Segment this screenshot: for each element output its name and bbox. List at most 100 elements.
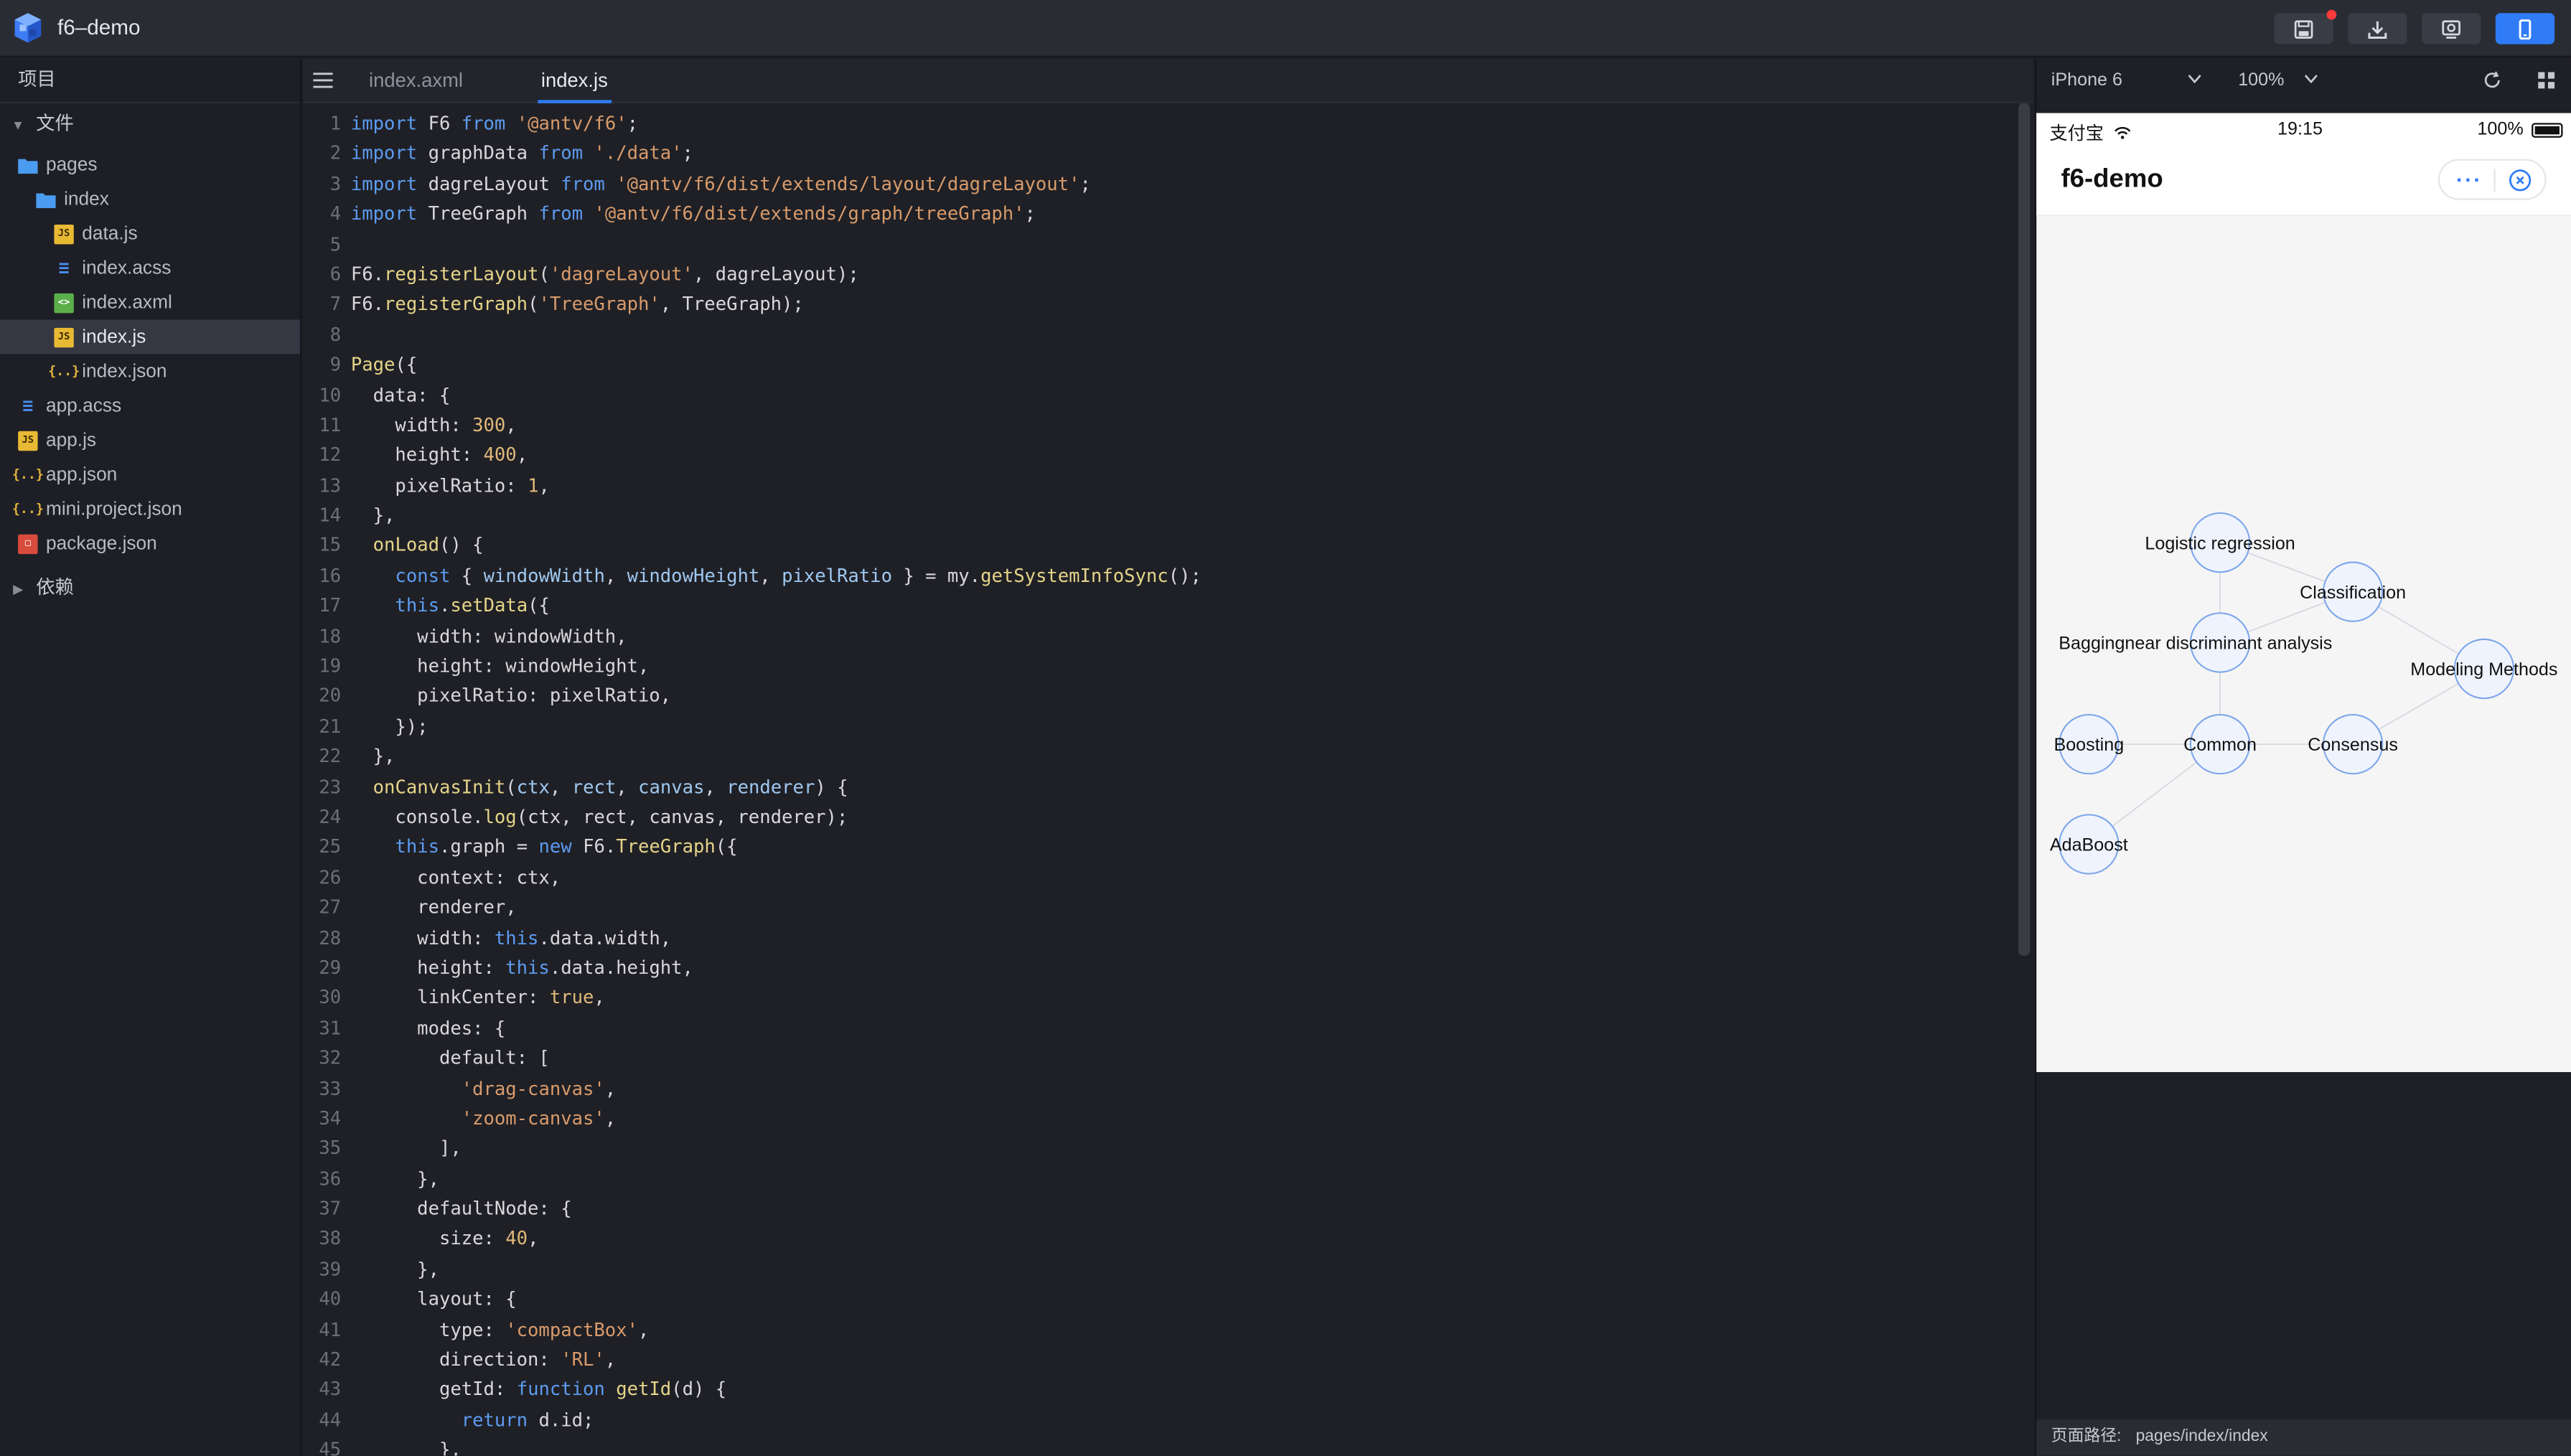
code-line: 38 size: 40, [304,1225,2017,1255]
nav-title: f6-demo [2061,165,2163,194]
line-number: 11 [319,414,342,436]
file-tree-item[interactable]: ▢ package.json [0,526,300,560]
caret-right-icon: ▶ [13,581,24,597]
code-text: F6.registerGraph('TreeGraph', TreeGraph)… [350,293,804,316]
refresh-icon[interactable] [2483,70,2502,90]
more-icon[interactable]: ··· [2456,167,2483,192]
file-tree-item[interactable]: pages [0,148,300,182]
app-logo-icon [14,13,42,43]
tree-graph-canvas[interactable]: Logistic regression Classification Bagging… [2036,217,2571,1072]
code-line: 28 width: this.data.width, [304,924,2017,954]
menu-icon[interactable] [313,72,333,89]
code-text: size: 40, [350,1229,539,1250]
js-file-icon: JS [54,327,74,347]
code-text: height: 400, [350,444,528,466]
deps-section-toggle[interactable]: ▶ 依赖 [0,567,300,611]
mini-app-navbar: f6-demo ··· [2036,149,2571,217]
code-line: 12 height: 400, [304,441,2017,471]
line-number: 36 [319,1168,342,1190]
editor-scrollbar[interactable] [2018,103,2031,956]
code-text: layout: { [350,1289,517,1310]
preview-button[interactable] [2422,13,2481,44]
line-number: 3 [329,173,342,195]
tab-index-js[interactable]: index.js [538,59,612,103]
graph-node-label: Baggingnear discriminant analysis [2059,634,2332,654]
line-number: 41 [319,1319,342,1340]
line-number: 6 [329,263,342,286]
code-line: 22 }, [304,743,2017,773]
code-text: type: 'compactBox', [350,1319,650,1340]
code-text: linkCenter: true, [350,987,605,1009]
file-tree-item[interactable]: {..} index.json [0,354,300,388]
folder-icon [18,155,38,174]
file-tree-item[interactable]: {..} mini.project.json [0,492,300,526]
code-line: 9 Page({ [304,351,2017,381]
line-number: 26 [319,866,342,888]
code-text: width: 300, [350,414,517,436]
package-file-icon: ▢ [18,533,38,553]
file-tree-item[interactable]: ≡ app.acss [0,388,300,423]
line-number: 9 [329,354,342,376]
folder-icon [36,189,56,209]
code-line: 3 import dagreLayout from '@antv/f6/dist/… [304,170,2017,200]
code-text: }, [350,1439,462,1456]
code-line: 39 }, [304,1255,2017,1285]
code-text: default: [ [350,1047,550,1069]
file-tree-label: index.acss [82,258,172,278]
line-number: 16 [319,565,342,587]
file-tree-item[interactable]: <> index.axml [0,285,300,319]
code-line: 34 'zoom-canvas', [304,1104,2017,1135]
line-number: 25 [319,836,342,858]
line-number: 14 [319,504,342,527]
file-tree-label: app.acss [45,395,122,416]
code-line: 29 height: this.data.height, [304,954,2017,984]
code-text: defaultNode: { [350,1198,572,1220]
phone-screen: 支付宝 19:15 100% f6-demo ··· Logistic regr… [2036,113,2571,1072]
code-text: console.log(ctx, rect, canvas, renderer)… [350,806,848,828]
file-tree-item[interactable]: {..} app.json [0,457,300,492]
chevron-down-icon[interactable] [2304,74,2319,84]
file-tree-item[interactable]: ≡ index.acss [0,251,300,286]
files-section-toggle[interactable]: ▼ 文件 [0,103,300,148]
chevron-down-icon[interactable] [2187,74,2202,84]
tab-index-axml[interactable]: index.axml [365,59,466,103]
code-line: 14 }, [304,502,2017,532]
file-tree-item[interactable]: JS app.js [0,423,300,457]
code-text: import TreeGraph from '@antv/f6/dist/ext… [350,203,1036,225]
grid-icon[interactable] [2537,70,2556,90]
simulator-panel: iPhone 6 100% 支付宝 19:15 100% f6-demo ···… [2034,59,2571,1456]
file-tree-item[interactable]: JS data.js [0,217,300,251]
editor-tabs: index.axml index.js [303,59,2033,103]
code-text: 'drag-canvas', [461,1077,617,1099]
device-select[interactable]: iPhone 6 [2051,70,2122,90]
download-button[interactable] [2348,13,2407,44]
code-line: 11 width: 300, [304,411,2017,441]
project-header: 项目 [0,59,301,103]
line-number: 29 [319,957,342,979]
close-target-icon[interactable] [2509,169,2532,192]
save-button[interactable] [2274,9,2337,44]
zoom-select[interactable]: 100% [2238,70,2284,90]
status-time: 19:15 [2277,119,2323,140]
page-path-value: pages/index/index [2135,1427,2268,1446]
line-number: 19 [319,655,342,677]
file-tree-label: package.json [45,533,157,553]
simulator-toggle-button[interactable] [2495,13,2555,44]
line-number: 33 [319,1077,342,1099]
line-number: 22 [319,746,342,768]
file-tree-label: mini.project.json [45,499,182,520]
line-number: 21 [319,715,342,738]
line-number: 44 [319,1409,342,1431]
unsaved-indicator [2326,9,2337,20]
code-area[interactable]: 1 import F6 from '@antv/f6'; 2 import graph… [304,110,2017,1456]
code-text: }, [350,504,395,527]
code-text: onLoad() { [373,535,484,557]
code-line: 4 import TreeGraph from '@antv/f6/dist/ex… [304,200,2017,230]
file-tree-item[interactable]: JS index.js [0,319,301,354]
file-tree-item[interactable]: index [0,182,300,217]
code-line: 7 F6.registerGraph('TreeGraph', TreeGraph… [304,291,2017,321]
code-line: 26 context: ctx, [304,863,2017,893]
phone-status-bar: 支付宝 19:15 100% [2036,113,2571,149]
code-line: 30 linkCenter: true, [304,984,2017,1014]
